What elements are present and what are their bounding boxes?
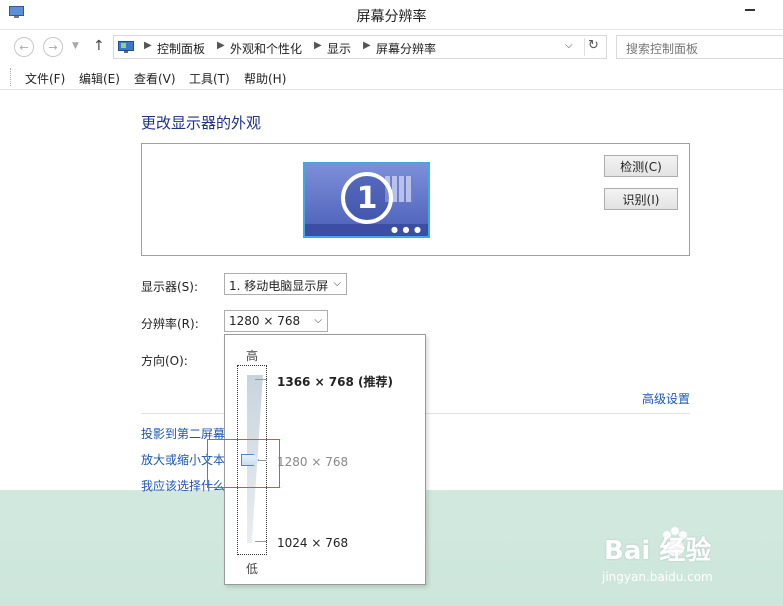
- resolution-label: 分辨率(R):: [141, 317, 199, 331]
- menu-grip: [10, 68, 11, 86]
- menu-bar: 文件(F) 编辑(E) 查看(V) 工具(T) 帮助(H): [0, 64, 783, 90]
- forward-button[interactable]: →: [43, 37, 63, 57]
- resolution-select[interactable]: 1280 × 768 ⌵: [224, 310, 328, 332]
- menu-help[interactable]: 帮助(H): [244, 70, 286, 87]
- breadcrumb-appearance[interactable]: 外观和个性化: [230, 40, 302, 57]
- window-title: 屏幕分辨率: [356, 9, 427, 25]
- monitor-dots-icon: ● ● ●: [390, 225, 422, 234]
- address-toolbar: ← → ▼ ↑ ▶ 控制面板 ▶ 外观和个性化 ▶ 显示 ▶ 屏幕分辨率 ⌵ ↻…: [0, 32, 783, 62]
- address-bar[interactable]: ▶ 控制面板 ▶ 外观和个性化 ▶ 显示 ▶ 屏幕分辨率 ⌵ ↻: [113, 35, 607, 59]
- menu-file[interactable]: 文件(F): [25, 70, 65, 87]
- recent-pages-chevron-icon[interactable]: ▼: [72, 41, 79, 51]
- breadcrumb-separator-icon: ▶: [314, 40, 322, 51]
- display-select-value: 1. 移动电脑显示屏: [229, 279, 329, 293]
- search-input[interactable]: 搜索控制面板: [616, 35, 783, 59]
- advanced-settings-link[interactable]: 高级设置: [642, 390, 690, 407]
- display-select[interactable]: 1. 移动电脑显示屏 ⌵: [224, 273, 347, 295]
- resolution-option[interactable]: 1366 × 768 (推荐): [277, 373, 393, 390]
- control-panel-icon: [118, 41, 134, 53]
- identify-button[interactable]: 识别(I): [604, 188, 678, 210]
- detect-button[interactable]: 检测(C): [604, 155, 678, 177]
- menu-tools[interactable]: 工具(T): [189, 70, 230, 87]
- refresh-icon[interactable]: ↻: [588, 38, 599, 53]
- monitor-preview-panel: 1 ● ● ● 检测(C) 识别(I): [141, 143, 690, 256]
- menu-view[interactable]: 查看(V): [134, 70, 176, 87]
- menu-edit[interactable]: 编辑(E): [79, 70, 120, 87]
- orientation-label: 方向(O):: [141, 354, 188, 368]
- highlight-annotation-box: [207, 439, 280, 488]
- title-bar: 屏幕分辨率: [0, 0, 783, 30]
- up-arrow-icon[interactable]: ↑: [93, 38, 105, 54]
- resolution-option[interactable]: 1280 × 768: [277, 455, 348, 469]
- chevron-down-icon: ⌵: [314, 315, 322, 326]
- page-title: 更改显示器的外观: [141, 114, 262, 132]
- slider-tick: [255, 379, 267, 380]
- breadcrumb-display[interactable]: 显示: [327, 40, 351, 57]
- resolution-option[interactable]: 1024 × 768: [277, 536, 348, 550]
- address-divider: [584, 38, 585, 56]
- baidu-watermark: Bai 经验 jingyan.baidu.com: [600, 520, 770, 590]
- breadcrumb-screen-resolution[interactable]: 屏幕分辨率: [376, 40, 436, 57]
- minimize-button[interactable]: [745, 9, 755, 11]
- display-label: 显示器(S):: [141, 280, 199, 294]
- resolution-select-value: 1280 × 768: [229, 314, 301, 328]
- address-history-chevron-icon[interactable]: ⌵: [565, 40, 573, 51]
- slider-low-label: 低: [246, 562, 259, 576]
- slider-tick: [255, 541, 267, 542]
- slider-high-label: 高: [246, 349, 259, 363]
- breadcrumb-separator-icon: ▶: [217, 40, 225, 51]
- monitor-1-preview[interactable]: 1 ● ● ●: [303, 162, 430, 238]
- watermark-brand: Bai 经验: [604, 536, 712, 566]
- back-button[interactable]: ←: [14, 37, 34, 57]
- breadcrumb-separator-icon: ▶: [144, 40, 152, 51]
- breadcrumb-separator-icon: ▶: [363, 40, 371, 51]
- chevron-down-icon: ⌵: [333, 278, 341, 289]
- breadcrumb-control-panel[interactable]: 控制面板: [157, 40, 205, 57]
- watermark-url: jingyan.baidu.com: [602, 570, 713, 584]
- monitor-number-badge: 1: [341, 172, 393, 224]
